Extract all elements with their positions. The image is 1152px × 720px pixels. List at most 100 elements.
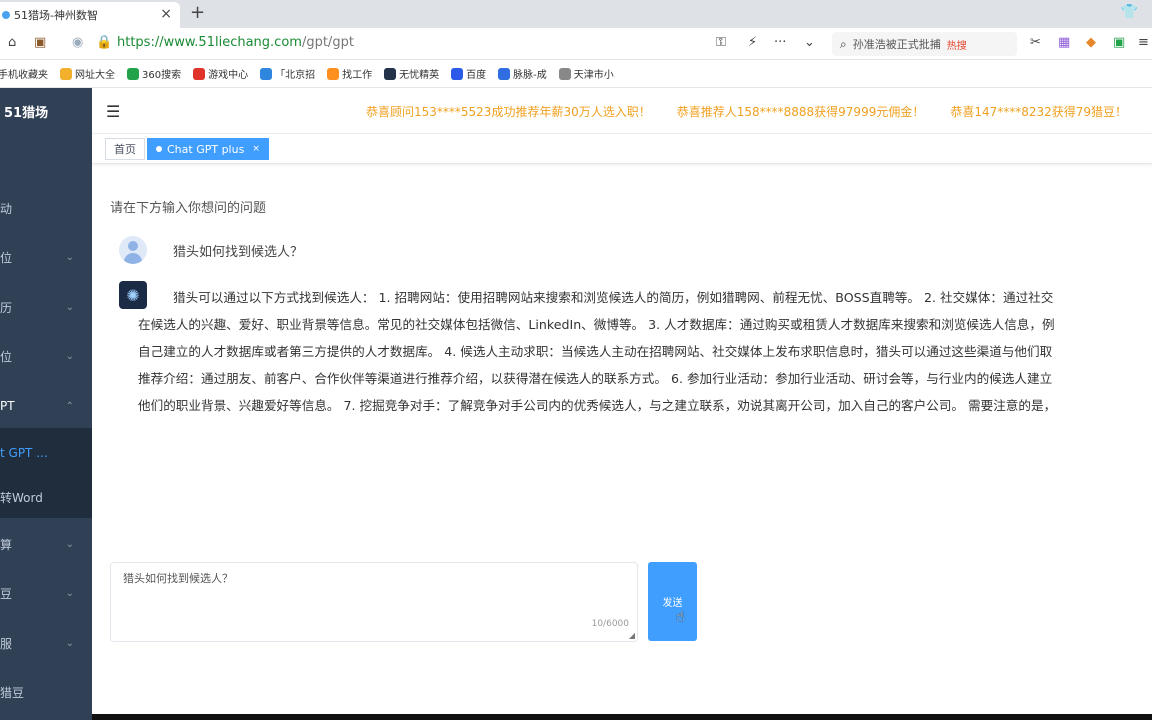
browser-tab[interactable]: 51猎场-神州数智 × [0,2,180,28]
lightning-icon[interactable]: ⚡ [748,35,757,50]
chevron-down-icon[interactable]: ⌄ [804,35,815,50]
search-query: 孙准浩被正式批捕 [852,38,941,51]
tags-view: 首页 Chat GPT plus × [92,134,1152,164]
skin-shirt-icon[interactable]: 👕 [1121,4,1138,20]
bookmark-favicon-icon [127,67,139,80]
bookmark-item[interactable]: 网址大全 [60,66,115,81]
sidebar-item-label: 猎豆 [0,685,25,700]
bookmark-item[interactable]: 百度 [451,66,486,81]
bookmark-item[interactable]: 360搜索 [127,66,181,81]
url-host: https://www.51liechang.com [117,35,302,50]
game-icon[interactable]: ◆ [1086,35,1096,50]
more-icon[interactable]: ··· [774,35,786,50]
translate-icon[interactable]: ▦ [1058,35,1070,50]
tab-title: 51猎场-神州数智 [14,9,98,22]
active-dot-icon [156,146,162,152]
sidebar-item-chat-gpt[interactable]: t GPT ... [0,429,92,477]
hot-search-badge: 热搜 [946,40,967,52]
address-bar: ⌂ ▣ ◉ 🔒 https://www.51liechang.com/gpt/g… [0,28,1152,60]
hand-cursor-icon: ☝ [676,609,685,625]
bookmark-label: 网址大全 [75,70,115,81]
sidebar-item-4[interactable]: 位 ⌄ [0,332,92,380]
bookmark-favicon-icon [498,67,511,80]
hamburger-icon[interactable]: ☰ [106,102,120,121]
bookmark-item[interactable]: 找工作 [327,66,372,81]
chevron-down-icon: ⌄ [65,301,74,313]
send-button-label: 发送 [662,598,683,609]
tag-chat-gpt-plus[interactable]: Chat GPT plus × [147,138,269,160]
answer-line: 在候选人的兴趣、爱好、职业背景等信息。常见的社交媒体包括微信、LinkedIn、… [138,317,1055,332]
home-icon[interactable]: ⌂ [8,35,16,50]
bookmark-label: 360搜索 [142,70,182,81]
bookmark-label: 「北京招 [275,70,316,81]
answer-line: 他们的职业背景、兴趣爱好等信息。 7. 挖掘竞争对手：了解竞争对手公司内的优秀候… [138,398,1057,413]
sidebar-item-label: 服 [0,636,13,651]
tag-label: 首页 [114,143,136,156]
bookmark-item[interactable]: 无忧精英 [384,66,439,81]
lock-icon: 🔒 [96,35,113,50]
tab-close-icon[interactable]: × [160,6,172,22]
announcement: 恭喜推荐人158****8888获得97999元佣金！ [676,105,925,119]
bookmark-label: 脉脉-成 [513,70,547,81]
announcement: 恭喜顾问153****5523成功推荐年薪30万人选入职！ [366,105,651,119]
scissors-icon[interactable]: ✂ [1030,35,1041,50]
sidebar-item-9[interactable]: 豆 ⌄ [0,569,92,617]
sidebar-item-label: 动 [0,201,13,216]
bookmark-favicon-icon [451,67,464,80]
send-button[interactable]: 发送 [648,562,697,641]
resize-handle-icon[interactable]: ◢ [629,631,635,640]
brand-logo: 51猎场 [4,106,49,121]
bookmark-item[interactable]: 脉脉-成 [498,66,547,81]
chevron-down-icon: ⌄ [65,251,74,263]
sidebar-item-3[interactable]: 历 ⌄ [0,283,92,331]
sidebar-item-1[interactable]: 动 [0,184,92,232]
search-icon: ⌕ [840,36,847,51]
chevron-down-icon: ⌄ [65,538,74,550]
sidebar-item-label: 历 [0,300,13,315]
bookmark-item[interactable]: 「北京招 [260,66,315,81]
sidebar-item-2[interactable]: 位 ⌄ [0,233,92,281]
sidebar-item-10[interactable]: 服 ⌄ [0,619,92,667]
bookmark-item[interactable]: 手机收藏夹 [0,66,48,81]
bookmark-label: 无忧精英 [399,70,440,81]
bot-answer: 猎头可以通过以下方式找到候选人： 1. 招聘网站：使用招聘网站来搜索和浏览候选人… [138,284,1152,419]
user-question: 猎头如何找到候选人？ [173,245,304,260]
answer-line: 推荐介绍：通过朋友、前客户、合作伙伴等渠道进行推荐介绍，以获得潜在候选人的联系方… [138,371,1053,386]
bookmark-favicon-icon [260,67,273,80]
chevron-down-icon: ⌄ [65,350,74,362]
sidebar-item-label: PT [0,399,15,413]
tag-close-icon[interactable]: × [252,144,260,154]
bookmark-favicon-icon [384,67,397,80]
sidebar-item-8[interactable]: 算 ⌄ [0,520,92,568]
bookmark-item[interactable]: 游戏中心 [193,66,248,81]
briefcase-icon[interactable]: ▣ [34,35,46,50]
sidebar-item-to-word[interactable]: 转Word [0,473,92,521]
key-icon[interactable]: ⚿ [716,35,726,50]
menu-icon[interactable]: ≡ [1138,35,1149,50]
url-field[interactable]: https://www.51liechang.com/gpt/gpt [117,35,354,50]
search-box[interactable]: ⌕ 孙准浩被正式批捕 热搜 [832,32,1017,56]
site-info-icon[interactable]: ◉ [72,35,83,50]
new-tab-icon[interactable]: + [190,2,205,23]
bookmark-label: 找工作 [342,70,373,81]
bookmark-favicon-icon [193,67,206,80]
bookmark-label: 天津市小 [573,70,614,81]
sidebar-item-label: 转Word [0,490,43,505]
sidebar-item-label: 豆 [0,586,13,601]
top-navbar: ☰ 恭喜顾问153****5523成功推荐年薪30万人选入职！ 恭喜推荐人158*… [92,88,1152,134]
bookmarks-bar: 手机收藏夹 网址大全 360搜索 游戏中心 「北京招 找工作 无忧精英 百度 脉脉-成 天津市小 [0,60,1152,88]
sidebar-item-label: 位 [0,250,13,265]
browser-tab-bar: 51猎场-神州数智 × + 👕 [0,0,1152,28]
tag-home[interactable]: 首页 [105,138,145,160]
bookmark-item[interactable]: 天津市小 [558,66,614,81]
chevron-down-icon: ⌄ [65,637,74,649]
sidebar-item-11[interactable]: 猎豆 [0,668,92,716]
bookmark-favicon-icon [327,67,340,80]
wechat-icon[interactable]: ▣ [1113,35,1125,50]
user-head-icon [128,241,138,251]
announcement: 恭喜147****8232获得79猎豆！ [950,105,1128,119]
sidebar-item-gpt[interactable]: PT ⌃ [0,382,92,430]
bookmark-favicon-icon [60,67,72,80]
question-textarea[interactable]: 猎头如何找到候选人？ 10/6000 ◢ [110,562,638,642]
char-counter: 10/6000 [591,619,629,629]
